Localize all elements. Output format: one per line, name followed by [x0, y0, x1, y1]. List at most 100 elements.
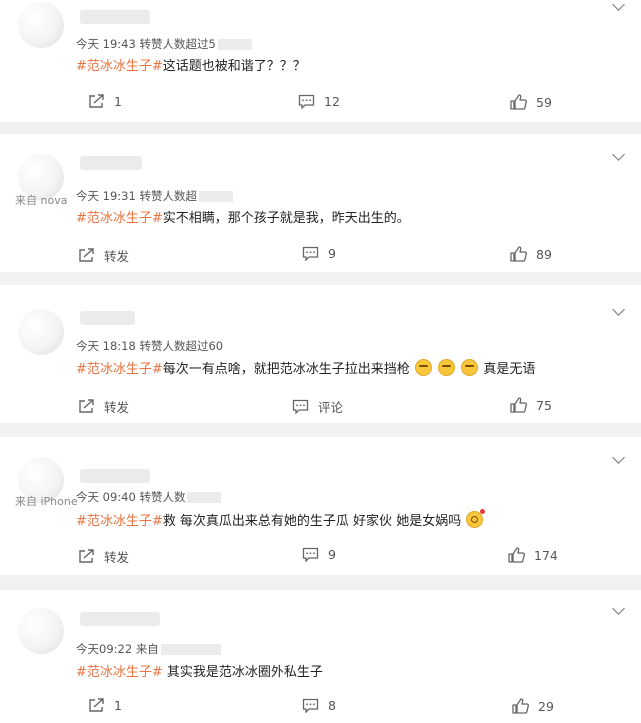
like-count: 89	[536, 246, 552, 262]
masked-text	[217, 39, 252, 50]
repost-button[interactable]: 1	[88, 698, 122, 713]
like-count: 174	[534, 547, 558, 563]
username-masked[interactable]	[80, 469, 150, 483]
comment-button[interactable]: 12	[298, 94, 340, 109]
forward-note: 来自	[135, 642, 159, 656]
chevron-down-icon[interactable]	[612, 451, 625, 464]
repost-button[interactable]: 1	[88, 94, 122, 109]
comment-time: 今天 09:40	[76, 490, 136, 504]
comment-meta: 今天 09:40 转赞人数	[76, 489, 222, 505]
comment-icon	[302, 547, 319, 562]
smirk-emoji	[414, 359, 432, 376]
comment-icon	[302, 246, 319, 261]
thumbs-up-icon	[510, 397, 527, 413]
comment-card: 来自 iPhone 今天 09:40 转赞人数 #范冰冰生子#救 每次真瓜出来总…	[0, 437, 641, 575]
like-button[interactable]: 89	[510, 246, 552, 262]
like-count: 75	[536, 397, 552, 413]
comment-text: 救 每次真瓜出来总有她的生子瓜 好家伙 她是女娲吗	[162, 514, 462, 529]
repost-label: 转发	[104, 400, 130, 415]
like-button[interactable]: 59	[510, 94, 552, 110]
repost-label: 转发	[104, 249, 130, 264]
comment-meta: 今天 19:31 转赞人数超	[76, 188, 233, 204]
device-source: 来自 iPhone	[15, 495, 78, 508]
avatar[interactable]	[18, 608, 64, 654]
username-masked[interactable]	[80, 311, 135, 325]
comment-time: 今天 19:43	[76, 37, 136, 51]
comment-text-after: 真是无语	[483, 362, 536, 377]
comment-meta: 今天09:22 来自	[76, 641, 221, 657]
thumbs-up-icon	[510, 246, 527, 262]
thumbs-up-icon	[510, 94, 527, 110]
comment-button[interactable]: 9	[302, 246, 336, 261]
username-masked[interactable]	[80, 10, 150, 24]
comment-content: #范冰冰生子#这话题也被和谐了？？？	[76, 55, 306, 74]
comment-text: 这话题也被和谐了？？？	[162, 59, 306, 74]
repost-label: 转发	[104, 550, 130, 565]
repost-icon	[79, 399, 94, 413]
repost-icon	[89, 698, 104, 712]
comment-button[interactable]: 8	[302, 698, 336, 713]
repost-label: 1	[114, 698, 122, 713]
like-count: 59	[536, 94, 552, 110]
repost-button[interactable]: 转发	[78, 547, 129, 566]
thinking-emoji	[466, 509, 486, 528]
avatar[interactable]	[18, 2, 64, 48]
smirk-emoji	[461, 359, 479, 376]
comment-count: 8	[328, 698, 336, 713]
thumbs-up-icon	[508, 547, 525, 563]
repost-button[interactable]: 转发	[78, 246, 129, 265]
comment-text: 实不相瞒，那个孩子就是我，昨天出生的。	[162, 211, 410, 226]
comment-count: 9	[328, 547, 336, 562]
topic-link[interactable]: #范冰冰生子#	[76, 665, 163, 680]
comment-content: #范冰冰生子#每次一有点啥，就把范冰冰生子拉出来挡枪 真是无语	[76, 358, 535, 377]
repost-button[interactable]: 转发	[78, 397, 129, 416]
repost-icon	[79, 549, 94, 563]
comment-count: 12	[324, 94, 340, 109]
comment-meta: 今天 19:43 转赞人数超过5	[76, 36, 252, 52]
chevron-down-icon[interactable]	[612, 0, 625, 11]
smirk-emoji	[438, 359, 456, 376]
repost-icon	[79, 248, 94, 262]
comment-time: 今天09:22	[76, 642, 133, 656]
repost-icon	[89, 94, 104, 108]
comment-count: 9	[328, 246, 336, 261]
masked-text	[160, 644, 221, 655]
like-button[interactable]: 29	[512, 698, 554, 714]
like-button[interactable]: 174	[508, 547, 558, 563]
comment-icon	[298, 94, 315, 109]
comment-time: 今天 18:18	[76, 339, 136, 353]
username-masked[interactable]	[80, 156, 142, 170]
comment-text: 其实我是范冰冰圈外私生子	[162, 665, 323, 680]
comment-button[interactable]: 评论	[292, 397, 343, 416]
topic-link[interactable]: #范冰冰生子#	[76, 514, 163, 529]
comment-button[interactable]: 9	[302, 547, 336, 562]
chevron-down-icon[interactable]	[612, 148, 625, 161]
avatar[interactable]	[18, 309, 64, 355]
comment-icon	[302, 698, 319, 713]
like-button[interactable]: 75	[510, 397, 552, 413]
comment-content: #范冰冰生子#救 每次真瓜出来总有她的生子瓜 好家伙 她是女娲吗	[76, 509, 486, 529]
chevron-down-icon[interactable]	[612, 602, 625, 615]
forward-note: 转赞人数	[139, 490, 186, 504]
comment-card: 今天 19:43 转赞人数超过5 #范冰冰生子#这话题也被和谐了？？？ 1 12…	[0, 0, 641, 122]
device-source: 来自 nova	[15, 194, 68, 207]
topic-link[interactable]: #范冰冰生子#	[76, 59, 163, 74]
topic-link[interactable]: #范冰冰生子#	[76, 362, 163, 377]
topic-link[interactable]: #范冰冰生子#	[76, 211, 163, 226]
masked-text	[198, 191, 233, 202]
comment-text: 每次一有点啥，就把范冰冰生子拉出来挡枪	[162, 362, 410, 377]
chevron-down-icon[interactable]	[612, 303, 625, 316]
like-count: 29	[538, 698, 554, 714]
thumbs-up-icon	[512, 698, 529, 714]
username-masked[interactable]	[80, 612, 160, 626]
comment-card: 今天09:22 来自 #范冰冰生子# 其实我是范冰冰圈外私生子 1 8 29	[0, 590, 641, 723]
forward-note: 转赞人数超	[139, 189, 197, 203]
comment-content: #范冰冰生子#实不相瞒，那个孩子就是我，昨天出生的。	[76, 207, 410, 226]
comment-icon	[292, 399, 309, 414]
comment-card: 来自 nova 今天 19:31 转赞人数超 #范冰冰生子#实不相瞒，那个孩子就…	[0, 134, 641, 272]
comment-count: 评论	[318, 400, 344, 415]
comment-meta: 今天 18:18 转赞人数超过60	[76, 338, 223, 354]
forward-note: 转赞人数超过5	[139, 37, 216, 51]
comment-card: 今天 18:18 转赞人数超过60 #范冰冰生子#每次一有点啥，就把范冰冰生子拉…	[0, 285, 641, 423]
forward-note: 转赞人数超过60	[139, 339, 224, 353]
